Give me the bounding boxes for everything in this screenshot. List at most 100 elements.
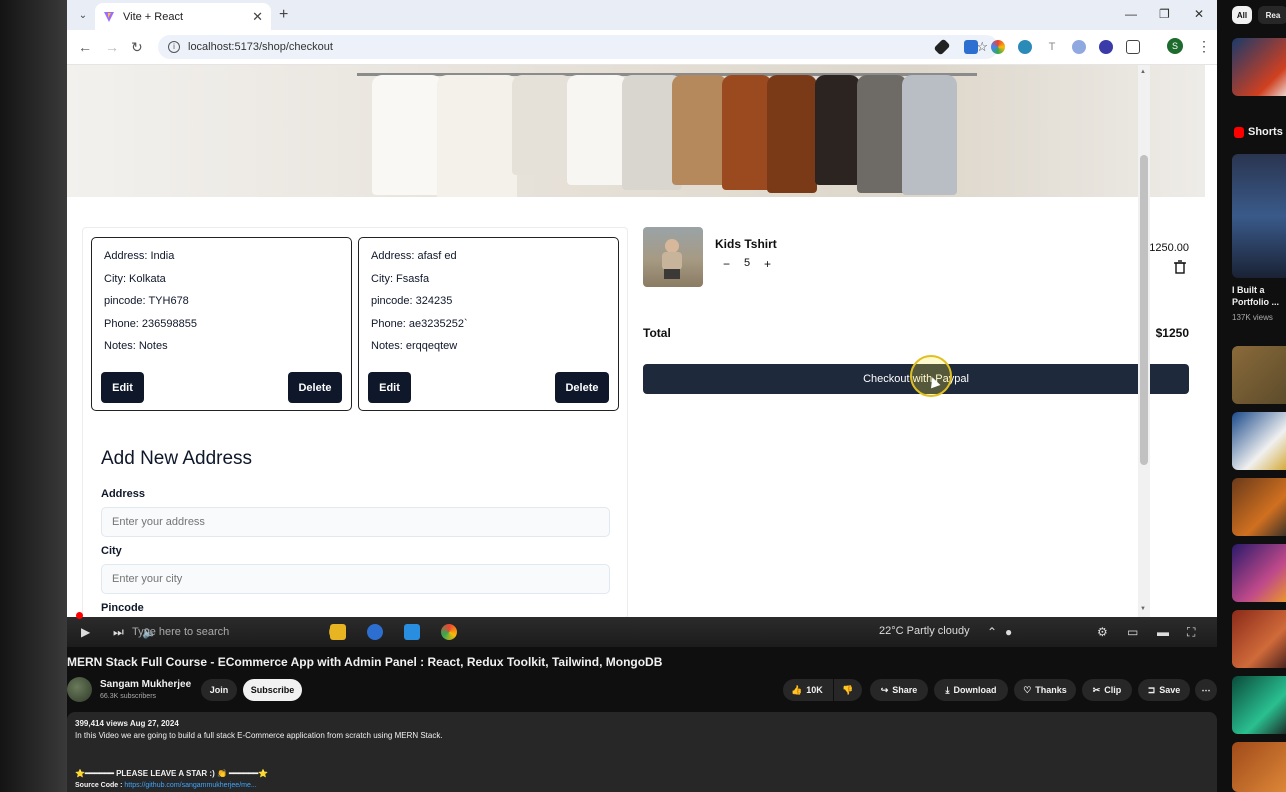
channel-avatar[interactable] xyxy=(67,677,92,702)
shorts-label: Shorts xyxy=(1248,126,1283,138)
window-close-icon[interactable]: ✕ xyxy=(1194,7,1204,21)
city-line: City: Fsasfa xyxy=(371,272,430,285)
address-card[interactable]: Address: afasf ed City: Fsasfa pincode: … xyxy=(358,237,619,411)
address-card[interactable]: Address: India City: Kolkata pincode: TY… xyxy=(91,237,352,411)
channel-name[interactable]: Sangam Mukherjee xyxy=(100,679,191,690)
video-thumbnail[interactable] xyxy=(1232,742,1286,792)
clip-button[interactable]: ✂ Clip xyxy=(1082,679,1132,701)
new-tab-button[interactable]: + xyxy=(279,6,288,24)
thanks-button[interactable]: ♡ Thanks xyxy=(1014,679,1076,701)
subscribe-button[interactable]: Subscribe xyxy=(243,679,302,701)
extension-blue-icon[interactable] xyxy=(964,40,978,54)
vscode-icon[interactable] xyxy=(404,624,420,640)
video-thumbnail[interactable] xyxy=(1232,544,1286,602)
tab-vite-react[interactable]: Vite + React ✕ xyxy=(95,3,271,30)
video-thumbnail[interactable] xyxy=(1232,38,1286,96)
description-box[interactable] xyxy=(67,712,1217,792)
site-info-icon[interactable]: i xyxy=(168,41,180,53)
extension-text-icon[interactable]: T xyxy=(1045,40,1059,54)
join-button[interactable]: Join xyxy=(201,679,237,701)
chip-related[interactable]: Rea xyxy=(1258,6,1286,24)
more-actions-icon[interactable]: ⋯ xyxy=(1195,679,1217,701)
play-icon[interactable]: ▶ xyxy=(81,625,90,639)
tab-title: Vite + React xyxy=(123,10,184,23)
shop-banner-image xyxy=(67,65,1205,197)
extension-globe-icon[interactable] xyxy=(1018,40,1032,54)
source-code-link[interactable]: https://github.com/sangammukherjee/me... xyxy=(124,782,256,789)
fullscreen-icon[interactable]: ⛶ xyxy=(1187,625,1195,640)
edit-address-button[interactable]: Edit xyxy=(101,372,144,403)
video-thumbnail[interactable] xyxy=(1232,346,1286,404)
scroll-down-icon[interactable]: ▼ xyxy=(1140,606,1146,612)
bookmark-star-icon[interactable]: ☆ xyxy=(976,39,988,55)
download-button[interactable]: ⤓ Download xyxy=(934,679,1008,701)
shorts-heading: Shorts xyxy=(1234,126,1283,138)
download-label: Download xyxy=(953,685,997,695)
video-thumbnail[interactable] xyxy=(1232,610,1286,668)
reload-icon[interactable]: ↻ xyxy=(131,39,143,56)
tray-chevron-icon[interactable]: ⌃ xyxy=(987,625,997,639)
app-blue-icon[interactable] xyxy=(367,624,383,640)
short-thumbnail[interactable] xyxy=(1232,154,1286,278)
minimize-icon[interactable]: — xyxy=(1125,7,1137,21)
tab-search-icon[interactable]: ⌄ xyxy=(75,7,91,23)
like-button[interactable]: 👍 10K xyxy=(783,679,833,701)
trash-icon[interactable] xyxy=(1173,260,1187,274)
recommendations-sidebar: All Rea Shorts I Built a Portfolio ... 1… xyxy=(1226,0,1286,792)
share-button[interactable]: ↪ Share xyxy=(870,679,928,701)
save-label: Save xyxy=(1159,685,1181,695)
pincode-field-label: Pincode xyxy=(101,602,144,614)
short-title[interactable]: I Built a Portfolio ... xyxy=(1232,284,1286,308)
edit-address-button[interactable]: Edit xyxy=(368,372,411,403)
address-field-label: Address xyxy=(101,488,146,500)
taskbar-search[interactable]: Type here to search xyxy=(132,626,229,638)
page-scrollbar[interactable]: ▲ ▼ xyxy=(1138,65,1150,617)
star-request-line: ⭐━━━━━━ PLEASE LEAVE A STAR :) 👏 ━━━━━━⭐ xyxy=(75,769,269,778)
delete-address-button[interactable]: Delete xyxy=(288,372,342,403)
scrollbar-thumb[interactable] xyxy=(1140,155,1148,465)
chrome-icon[interactable] xyxy=(441,624,457,640)
like-count: 10K xyxy=(806,685,823,695)
tab-close-icon[interactable]: ✕ xyxy=(252,9,263,25)
restore-icon[interactable]: ❐ xyxy=(1159,7,1170,21)
color-picker-extension-icon[interactable] xyxy=(991,40,1005,54)
address-bar[interactable]: i localhost:5173/shop/checkout ☆ xyxy=(158,35,998,59)
video-thumbnail[interactable] xyxy=(1232,412,1286,470)
cursor-highlight xyxy=(910,355,952,397)
profile-avatar[interactable]: S xyxy=(1167,38,1183,54)
video-description: In this Video we are going to build a fu… xyxy=(75,731,443,740)
forward-icon[interactable]: → xyxy=(105,39,119,55)
save-button[interactable]: ⊐ Save xyxy=(1138,679,1190,701)
chip-all[interactable]: All xyxy=(1232,6,1252,24)
delete-address-button[interactable]: Delete xyxy=(555,372,609,403)
clip-label: Clip xyxy=(1104,685,1122,695)
address-input[interactable] xyxy=(101,507,610,537)
file-explorer-icon[interactable] xyxy=(330,624,346,640)
progress-scrubber[interactable] xyxy=(76,612,83,619)
browser-menu-icon[interactable]: ⋮ xyxy=(1197,38,1211,55)
extension-purple-icon[interactable] xyxy=(1099,40,1113,54)
mic-icon[interactable]: ● xyxy=(1005,625,1012,639)
video-thumbnail[interactable] xyxy=(1232,676,1286,734)
settings-icon[interactable]: ⚙ xyxy=(1097,625,1108,639)
subscriber-count: 66.3K subscribers xyxy=(100,693,157,700)
extension-search-icon[interactable] xyxy=(1072,40,1086,54)
address-panel: Address: India City: Kolkata pincode: TY… xyxy=(82,227,628,617)
video-thumbnail[interactable] xyxy=(1232,478,1286,536)
video-controls-bar: ▶ ⏭ 🔈 Type here to search 22°C Partly cl… xyxy=(67,612,1217,647)
dislike-button[interactable]: 👎 xyxy=(834,679,862,701)
increase-quantity-button[interactable]: + xyxy=(764,257,771,271)
add-address-title: Add New Address xyxy=(101,448,253,469)
back-icon[interactable]: ← xyxy=(78,39,92,55)
theater-icon[interactable]: ▬ xyxy=(1157,625,1169,639)
miniplayer-icon[interactable]: ▭ xyxy=(1127,625,1138,639)
decrease-quantity-button[interactable]: − xyxy=(723,257,730,271)
extensions-puzzle-icon[interactable] xyxy=(1126,40,1140,54)
city-input[interactable] xyxy=(101,564,610,594)
city-line: City: Kolkata xyxy=(104,272,166,285)
weather-widget[interactable]: 22°C Partly cloudy xyxy=(879,625,970,637)
bookmark-icon: ⊐ xyxy=(1147,684,1156,695)
scroll-up-icon[interactable]: ▲ xyxy=(1140,69,1146,75)
next-icon[interactable]: ⏭ xyxy=(113,625,124,640)
browser-toolbar: ← → ↻ i localhost:5173/shop/checkout ☆ T… xyxy=(67,30,1217,65)
